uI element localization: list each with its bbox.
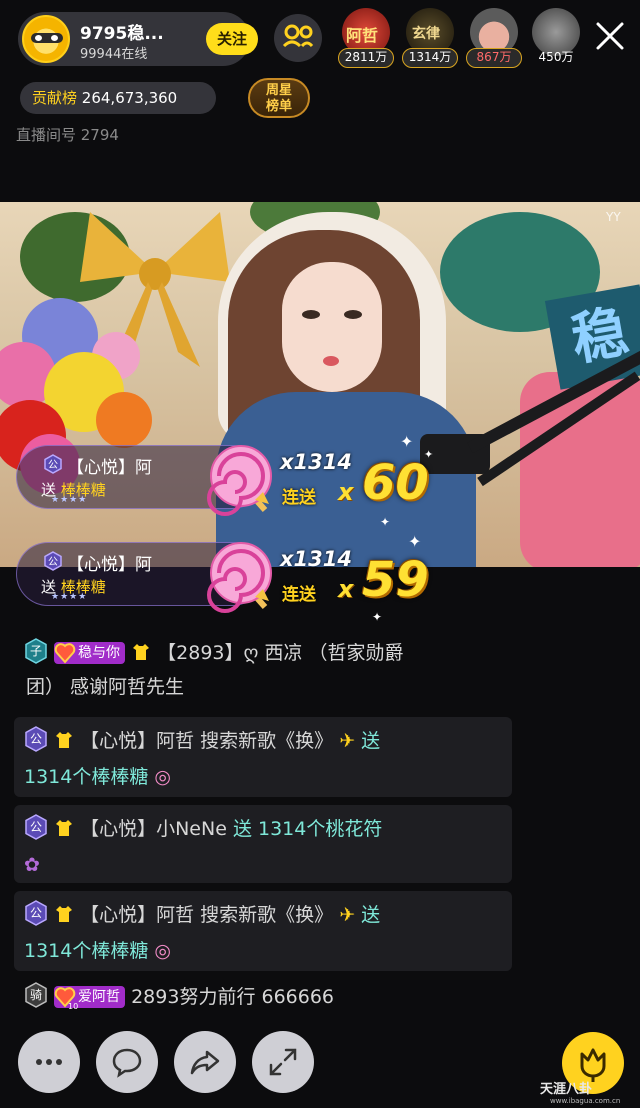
shirt-icon	[56, 906, 73, 922]
combo-x: x	[338, 478, 354, 506]
viewer-contrib-badge: 2811万	[338, 48, 394, 68]
heart-medal-icon	[54, 643, 76, 664]
watermark-text: 天涯八卦	[540, 1082, 593, 1097]
more-button[interactable]	[18, 1031, 80, 1093]
svg-text:公: 公	[30, 732, 42, 746]
streamer-face	[282, 262, 382, 392]
chat-button[interactable]	[96, 1031, 158, 1093]
fan-badge-icon: 公	[25, 726, 47, 752]
fan-badge-icon: 公	[44, 551, 62, 571]
expand-icon	[269, 1048, 297, 1076]
sign-card: 稳	[544, 284, 640, 390]
share-button[interactable]	[174, 1031, 236, 1093]
gift-toast: 公 【心悦】阿 送 棒棒糖 ★★★★	[16, 445, 272, 516]
svg-text:骑: 骑	[30, 988, 42, 1002]
host-avatar[interactable]	[22, 15, 70, 63]
sparkle-icon: ✦	[372, 610, 383, 624]
svg-text:子: 子	[30, 644, 42, 658]
top-viewer-1[interactable]: 阿哲 2811万	[338, 8, 394, 68]
weekly-star-rank-button[interactable]: 周星 榜单	[248, 78, 310, 118]
mic-users-icon	[282, 24, 314, 48]
mic-link-button[interactable]	[274, 14, 322, 62]
plane-icon: ✈	[339, 730, 356, 752]
gift-sender: 【心悦】阿	[67, 458, 152, 478]
viewer-contrib-badge: 450万	[538, 50, 574, 64]
sender-stars: ★★★★	[51, 592, 88, 602]
shirt-icon	[56, 732, 73, 748]
online-count: 99944在线	[80, 47, 148, 62]
heart-outline-icon: ღ	[243, 642, 259, 664]
top-viewer-3[interactable]: 867万	[466, 8, 522, 68]
fan-medal: 10 爱阿哲	[54, 986, 126, 1011]
contribution-rank[interactable]: 贡献榜 264,673,360	[20, 82, 216, 114]
balloon	[96, 392, 152, 448]
chat-gift-message: 公 【心悦】阿哲 搜索新歌《换》 ✈ 送 1314个棒棒糖 ◎	[14, 891, 512, 971]
live-video[interactable]: 稳 YY	[0, 202, 640, 567]
svg-text:公: 公	[48, 460, 58, 471]
lollipop-icon: ◎	[154, 766, 171, 788]
lollipop-icon: ◎	[154, 940, 171, 962]
chat-message: 骑 10 爱阿哲 2893努力前行 666666	[24, 980, 624, 1014]
pink-decoration	[520, 372, 640, 567]
contrib-value: 264,673,360	[81, 89, 178, 107]
chat-gift-message: 公 【心悦】小NeNe 送 1314个桃花符 ✿	[14, 805, 512, 883]
share-arrow-icon	[190, 1050, 220, 1075]
gift-times: x1314	[280, 547, 352, 571]
svg-text:公: 公	[48, 557, 58, 568]
yy-watermark: YY	[606, 210, 621, 224]
more-dots-icon	[36, 1059, 62, 1065]
combo-x: x	[338, 575, 354, 603]
weekly-line1: 周星	[265, 83, 292, 98]
follow-button[interactable]: 关注	[206, 23, 258, 55]
knight-badge-icon: 骑	[25, 982, 47, 1008]
lollipop-gift-icon	[207, 542, 272, 613]
fan-badge-icon: 公	[25, 900, 47, 926]
fan-badge-icon: 公	[44, 454, 62, 474]
combo-label: 连送	[282, 488, 316, 508]
gift-toast: 公 【心悦】阿 送 棒棒糖 ★★★★	[16, 542, 272, 613]
fan-medal: 稳与你	[54, 642, 126, 664]
shirt-icon	[133, 644, 150, 660]
gift-sender: 【心悦】阿	[67, 555, 152, 575]
sparkle-icon: ✦	[400, 432, 414, 451]
chat-bubble-icon	[112, 1048, 142, 1078]
top-viewer-2[interactable]: 玄律 1314万	[402, 8, 458, 68]
weekly-line2: 榜单	[265, 99, 292, 114]
sparkle-icon: ✦	[408, 532, 422, 551]
close-button[interactable]	[590, 16, 630, 56]
lollipop-gift-icon	[207, 445, 272, 516]
fullscreen-button[interactable]	[252, 1031, 314, 1093]
room-id: 直播间号 2794	[16, 126, 119, 144]
host-info-pill[interactable]: 9795稳... 99944在线 关注	[18, 12, 258, 66]
svg-text:公: 公	[30, 906, 42, 920]
host-name: 9795稳...	[80, 24, 164, 44]
svg-text:公: 公	[30, 820, 42, 834]
sparkle-icon: ✦	[380, 515, 391, 529]
sparkle-icon: ✦	[424, 448, 434, 461]
watermark-url: www.ibagua.com.cn	[550, 1097, 621, 1105]
fan-badge-icon: 公	[25, 814, 47, 840]
contrib-label: 贡献榜	[32, 89, 78, 107]
viewer-contrib-badge: 867万	[466, 48, 522, 68]
rank-badge-icon: 子	[25, 638, 47, 664]
gift-times: x1314	[280, 450, 352, 474]
chat-message: 子 稳与你 【2893】ღ 西凉 （哲家勋爵 团） 感谢阿哲先生	[24, 636, 624, 704]
combo-label: 连送	[282, 585, 316, 605]
combo-count: 60	[362, 455, 429, 511]
shirt-icon	[56, 820, 73, 836]
peach-charm-icon: ✿	[24, 854, 40, 876]
chat-gift-message: 公 【心悦】阿哲 搜索新歌《换》 ✈ 送 1314个棒棒糖 ◎	[14, 717, 512, 797]
viewer-contrib-badge: 1314万	[402, 48, 458, 68]
sender-stars: ★★★★	[51, 495, 88, 505]
plane-icon: ✈	[339, 904, 356, 926]
combo-count: 59	[362, 552, 429, 608]
close-icon	[596, 22, 624, 50]
top-viewer-4[interactable]: 450万	[528, 8, 584, 68]
